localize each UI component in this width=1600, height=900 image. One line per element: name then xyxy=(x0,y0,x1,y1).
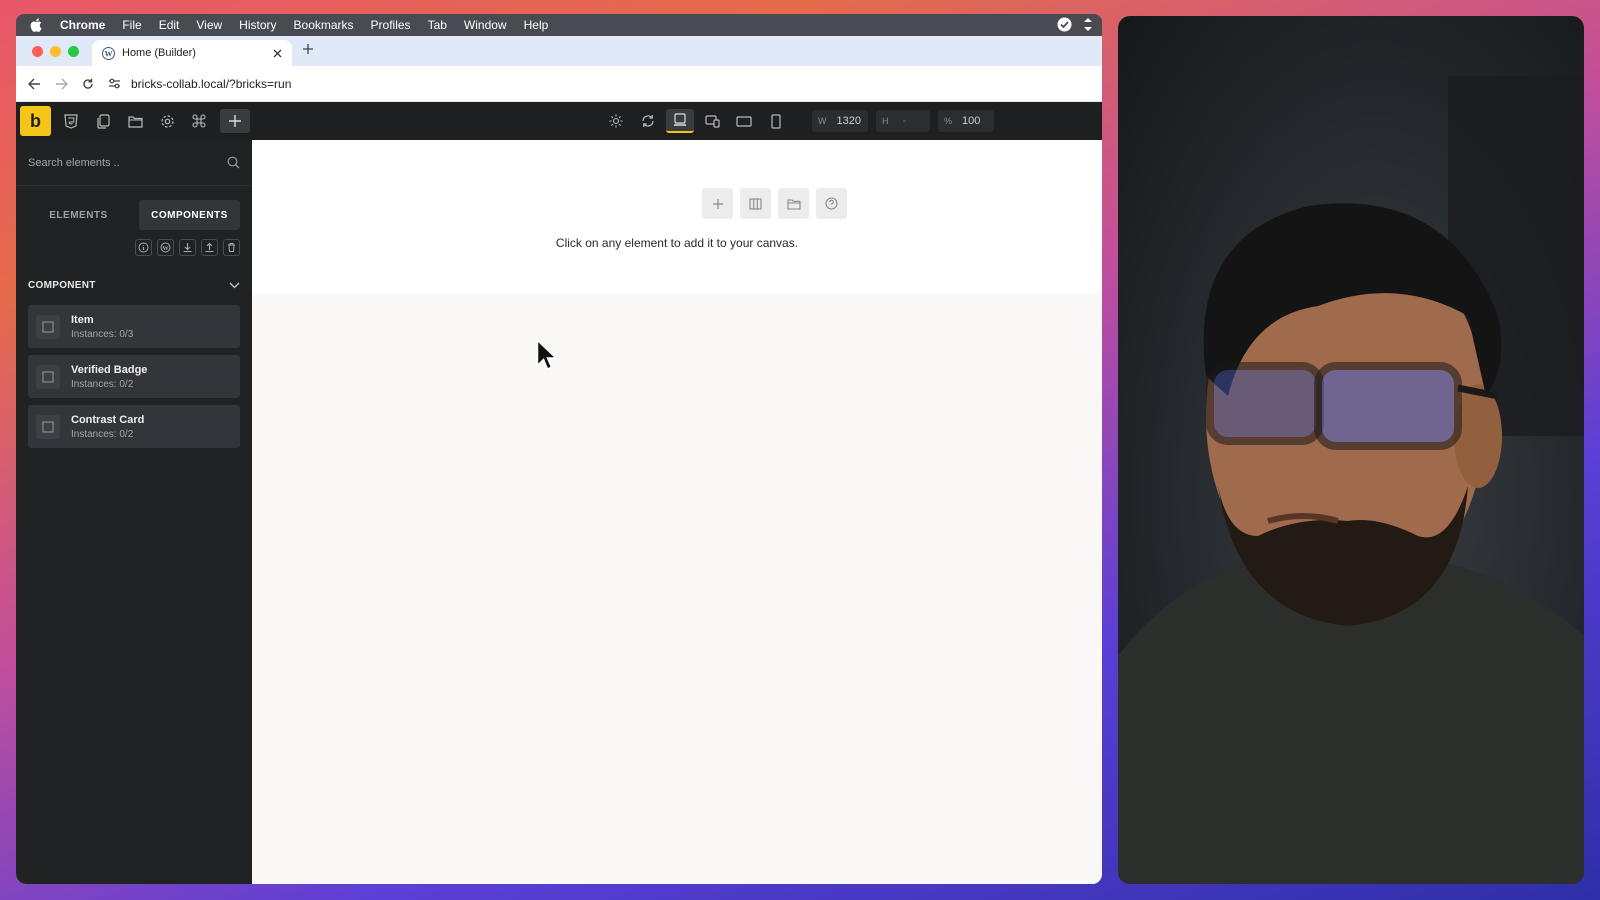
menu-profiles[interactable]: Profiles xyxy=(371,18,411,32)
elements-panel: ELEMENTS COMPONENTS W COMPONENT xyxy=(16,140,252,884)
templates-folder-button[interactable] xyxy=(778,188,809,219)
add-element-button[interactable] xyxy=(220,109,250,133)
reload-icon[interactable] xyxy=(82,78,94,90)
canvas-hint-text: Click on any element to add it to your c… xyxy=(555,236,799,250)
sync-status-icon[interactable] xyxy=(1082,17,1094,32)
macos-menubar: Chrome File Edit View History Bookmarks … xyxy=(16,14,1102,36)
folder-icon[interactable] xyxy=(124,110,146,132)
browser-tab[interactable]: W Home (Builder) xyxy=(92,40,292,66)
upload-icon[interactable] xyxy=(201,239,218,256)
maximize-window-icon[interactable] xyxy=(68,46,79,57)
new-tab-icon[interactable] xyxy=(302,43,314,55)
zoom-label: % xyxy=(944,116,953,126)
menu-window[interactable]: Window xyxy=(464,18,507,32)
mobile-portrait-icon[interactable] xyxy=(762,109,790,133)
menu-bookmarks[interactable]: Bookmarks xyxy=(294,18,354,32)
chevron-down-icon[interactable] xyxy=(229,282,240,289)
canvas-width-field[interactable]: W 1320 xyxy=(812,110,868,132)
canvas-empty-state: Click on any element to add it to your c… xyxy=(252,140,1102,294)
close-window-icon[interactable] xyxy=(32,46,43,57)
columns-layout-button[interactable] xyxy=(740,188,771,219)
height-value: - xyxy=(902,115,907,127)
height-label: H xyxy=(882,116,889,126)
site-settings-icon[interactable] xyxy=(108,78,121,89)
zoom-value: 100 xyxy=(962,115,981,127)
component-list: Item Instances: 0/3 Verified Badge Insta… xyxy=(16,291,252,448)
tablet-landscape-icon[interactable] xyxy=(730,109,758,133)
url-text[interactable]: bricks-collab.local/?bricks=run xyxy=(131,77,291,91)
back-arrow-icon[interactable] xyxy=(28,78,41,90)
webcam-video xyxy=(1118,16,1584,884)
sun-icon[interactable] xyxy=(602,109,630,133)
command-icon[interactable] xyxy=(188,110,210,132)
component-item[interactable]: Contrast Card Instances: 0/2 xyxy=(28,405,240,448)
menu-edit[interactable]: Edit xyxy=(159,18,180,32)
component-name: Item xyxy=(71,313,94,326)
add-section-button[interactable] xyxy=(702,188,733,219)
presenter-illustration xyxy=(1118,76,1584,884)
search-icon[interactable] xyxy=(227,156,240,169)
minimize-window-icon[interactable] xyxy=(50,46,61,57)
close-tab-icon[interactable] xyxy=(273,49,282,58)
download-icon[interactable] xyxy=(179,239,196,256)
component-square-icon xyxy=(36,364,60,389)
tab-components[interactable]: COMPONENTS xyxy=(139,200,240,230)
menu-app-name[interactable]: Chrome xyxy=(60,18,105,32)
menu-history[interactable]: History xyxy=(239,18,276,32)
laptop-breakpoint-icon[interactable] xyxy=(698,109,726,133)
component-actions: W xyxy=(16,230,252,256)
component-item[interactable]: Item Instances: 0/3 xyxy=(28,305,240,348)
component-instances: Instances: 0/3 xyxy=(71,328,134,340)
tab-title: Home (Builder) xyxy=(122,47,196,59)
search-bar xyxy=(16,140,252,186)
wordpress-icon: W xyxy=(102,46,115,60)
svg-text:W: W xyxy=(105,49,113,58)
tab-bar: W Home (Builder) xyxy=(16,36,1102,66)
pages-icon[interactable] xyxy=(92,110,114,132)
menu-file[interactable]: File xyxy=(122,18,141,32)
help-button[interactable] xyxy=(816,188,847,219)
panel-tabs: ELEMENTS COMPONENTS xyxy=(16,186,252,230)
component-item[interactable]: Verified Badge Instances: 0/2 xyxy=(28,355,240,398)
width-value: 1320 xyxy=(836,115,861,127)
canvas-quick-actions xyxy=(702,188,847,219)
menu-view[interactable]: View xyxy=(196,18,222,32)
component-name: Contrast Card xyxy=(71,413,145,426)
apple-icon[interactable] xyxy=(30,18,44,32)
component-instances: Instances: 0/2 xyxy=(71,378,134,390)
checkmark-status-icon[interactable] xyxy=(1057,17,1072,32)
width-label: W xyxy=(818,116,827,126)
trash-icon[interactable] xyxy=(223,239,240,256)
address-bar: bricks-collab.local/?bricks=run xyxy=(16,66,1102,102)
info-icon[interactable] xyxy=(135,239,152,256)
component-section-header[interactable]: COMPONENT xyxy=(16,256,252,291)
canvas-zoom-field[interactable]: % 100 xyxy=(938,110,994,132)
svg-text:W: W xyxy=(162,245,169,252)
browser-window: W Home (Builder) bricks-collab.local/?br… xyxy=(16,36,1102,884)
builder-canvas[interactable]: Click on any element to add it to your c… xyxy=(252,140,1102,884)
builder-toolbar: b W 1320 H - % 100 xyxy=(16,102,1102,140)
tab-elements[interactable]: ELEMENTS xyxy=(28,200,129,230)
menu-help[interactable]: Help xyxy=(524,18,549,32)
section-title: COMPONENT xyxy=(28,280,96,291)
canvas-height-field[interactable]: H - xyxy=(876,110,930,132)
forward-arrow-icon[interactable] xyxy=(55,78,68,90)
wordpress-icon[interactable]: W xyxy=(157,239,174,256)
bricks-logo[interactable]: b xyxy=(20,106,51,136)
component-square-icon xyxy=(36,314,60,339)
html5-icon[interactable] xyxy=(60,110,82,132)
refresh-icon[interactable] xyxy=(634,109,662,133)
component-instances: Instances: 0/2 xyxy=(71,428,134,440)
window-controls xyxy=(32,46,79,57)
menu-tab[interactable]: Tab xyxy=(428,18,447,32)
component-name: Verified Badge xyxy=(71,363,148,376)
component-square-icon xyxy=(36,414,60,439)
search-input[interactable] xyxy=(28,156,208,169)
gear-icon[interactable] xyxy=(156,110,178,132)
mouse-cursor-icon xyxy=(536,339,558,371)
desktop-breakpoint-icon[interactable] xyxy=(666,109,694,133)
